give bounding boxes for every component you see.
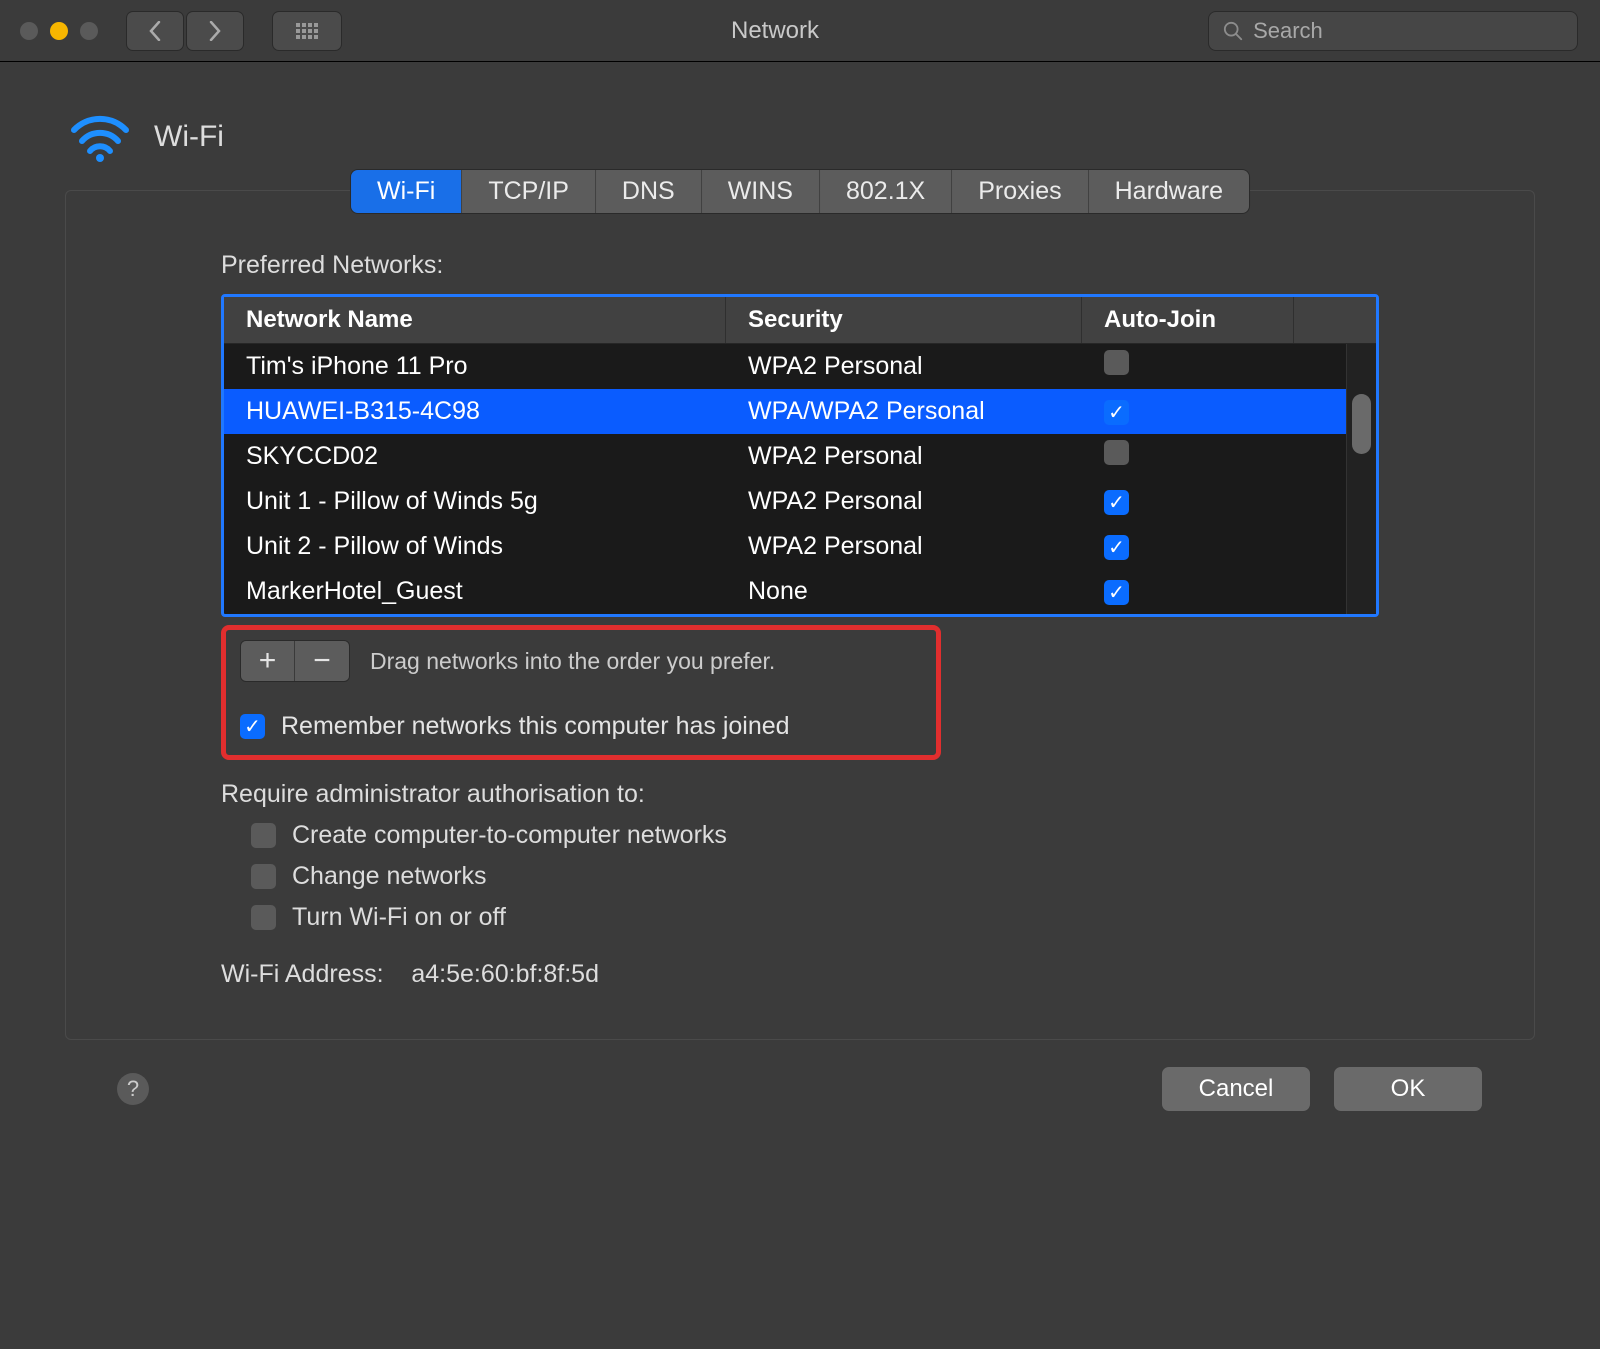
help-button[interactable]: ?: [117, 1073, 149, 1105]
preferred-networks-table[interactable]: Network Name Security Auto-Join Tim's iP…: [221, 294, 1379, 617]
network-name-cell: Unit 2 - Pillow of Winds: [224, 526, 726, 567]
add-remove-group: + −: [240, 640, 350, 682]
column-security[interactable]: Security: [726, 297, 1082, 343]
table-row[interactable]: Unit 2 - Pillow of WindsWPA2 Personal: [224, 524, 1346, 569]
chevron-left-icon: [148, 21, 162, 41]
tab-wi-fi[interactable]: Wi-Fi: [351, 170, 462, 213]
auto-join-checkbox[interactable]: [1104, 440, 1129, 465]
preferred-networks-label: Preferred Networks:: [221, 251, 1379, 280]
panel-title: Wi-Fi: [154, 120, 224, 154]
auto-join-cell: [1082, 391, 1294, 432]
wifi-address-label: Wi-Fi Address:: [221, 960, 384, 988]
network-preferences-window: Network Wi-Fi Wi-FiTCP/IPDNSWINS802.1XPr…: [0, 0, 1600, 1349]
show-all-group: [272, 11, 342, 51]
table-row[interactable]: MarkerHotel_GuestNone: [224, 569, 1346, 614]
admin-authorisation-section: Require administrator authorisation to: …: [221, 780, 1379, 932]
window-controls: [20, 22, 98, 40]
admin-auth-checkbox[interactable]: [251, 823, 276, 848]
admin-auth-checkbox[interactable]: [251, 905, 276, 930]
auto-join-cell: [1082, 481, 1294, 522]
tab-dns[interactable]: DNS: [596, 170, 702, 213]
column-network-name[interactable]: Network Name: [224, 297, 726, 343]
admin-auth-checkbox[interactable]: [251, 864, 276, 889]
column-spacer: [1294, 297, 1376, 343]
security-cell: WPA/WPA2 Personal: [726, 391, 1082, 432]
security-cell: None: [726, 571, 1082, 612]
table-row[interactable]: HUAWEI-B315-4C98WPA/WPA2 Personal: [224, 389, 1346, 434]
admin-auth-label: Turn Wi-Fi on or off: [292, 903, 506, 932]
tab-hardware[interactable]: Hardware: [1089, 170, 1249, 213]
window-title: Network: [342, 17, 1208, 45]
add-network-button[interactable]: +: [241, 641, 295, 681]
close-window-button[interactable]: [20, 22, 38, 40]
network-name-cell: HUAWEI-B315-4C98: [224, 391, 726, 432]
scrollbar-thumb[interactable]: [1352, 394, 1371, 454]
show-all-button[interactable]: [272, 11, 342, 51]
tab-wins[interactable]: WINS: [702, 170, 820, 213]
nav-buttons: [126, 11, 244, 51]
vertical-scrollbar[interactable]: [1346, 344, 1376, 614]
tab-tcp-ip[interactable]: TCP/IP: [462, 170, 596, 213]
highlight-annotation: + − Drag networks into the order you pre…: [221, 625, 941, 760]
wifi-address-row: Wi-Fi Address: a4:5e:60:bf:8f:5d: [221, 960, 1379, 989]
admin-auth-label: Change networks: [292, 862, 487, 891]
admin-auth-item: Turn Wi-Fi on or off: [251, 903, 1379, 932]
security-cell: WPA2 Personal: [726, 436, 1082, 477]
tab-802-1x[interactable]: 802.1X: [820, 170, 952, 213]
auto-join-checkbox[interactable]: [1104, 490, 1129, 515]
grid-icon: [296, 23, 318, 39]
auto-join-cell: [1082, 344, 1294, 388]
cancel-button[interactable]: Cancel: [1161, 1066, 1311, 1112]
network-name-cell: SKYCCD02: [224, 436, 726, 477]
search-icon: [1223, 20, 1243, 42]
network-name-cell: Tim's iPhone 11 Pro: [224, 346, 726, 387]
drag-order-hint: Drag networks into the order you prefer.: [370, 648, 775, 675]
wifi-icon: [70, 112, 130, 162]
tab-proxies[interactable]: Proxies: [952, 170, 1088, 213]
auto-join-checkbox[interactable]: [1104, 580, 1129, 605]
column-auto-join[interactable]: Auto-Join: [1082, 297, 1294, 343]
auto-join-cell: [1082, 526, 1294, 567]
auto-join-cell: [1082, 434, 1294, 478]
security-cell: WPA2 Personal: [726, 346, 1082, 387]
admin-auth-label: Create computer-to-computer networks: [292, 821, 727, 850]
back-button[interactable]: [126, 11, 184, 51]
table-header: Network Name Security Auto-Join: [224, 297, 1376, 344]
auto-join-checkbox[interactable]: [1104, 400, 1129, 425]
network-name-cell: MarkerHotel_Guest: [224, 571, 726, 612]
footer: ? Cancel OK: [65, 1040, 1535, 1112]
auto-join-cell: [1082, 571, 1294, 612]
remember-networks-label: Remember networks this computer has join…: [281, 712, 790, 741]
tab-content: Wi-FiTCP/IPDNSWINS802.1XProxiesHardware …: [65, 190, 1535, 1040]
network-name-cell: Unit 1 - Pillow of Winds 5g: [224, 481, 726, 522]
zoom-window-button[interactable]: [80, 22, 98, 40]
search-field[interactable]: [1208, 11, 1578, 51]
remove-network-button[interactable]: −: [295, 641, 349, 681]
titlebar: Network: [0, 0, 1600, 62]
minimize-window-button[interactable]: [50, 22, 68, 40]
body: Wi-Fi Wi-FiTCP/IPDNSWINS802.1XProxiesHar…: [0, 62, 1600, 1349]
admin-auth-item: Create computer-to-computer networks: [251, 821, 1379, 850]
remember-networks-checkbox[interactable]: [240, 714, 265, 739]
forward-button[interactable]: [186, 11, 244, 51]
ok-button[interactable]: OK: [1333, 1066, 1483, 1112]
admin-auth-item: Change networks: [251, 862, 1379, 891]
table-body: Tim's iPhone 11 ProWPA2 PersonalHUAWEI-B…: [224, 344, 1346, 614]
security-cell: WPA2 Personal: [726, 526, 1082, 567]
wifi-address-value: a4:5e:60:bf:8f:5d: [411, 960, 599, 988]
table-row[interactable]: Unit 1 - Pillow of Winds 5gWPA2 Personal: [224, 479, 1346, 524]
tab-bar: Wi-FiTCP/IPDNSWINS802.1XProxiesHardware: [350, 169, 1250, 214]
auto-join-checkbox[interactable]: [1104, 350, 1129, 375]
chevron-right-icon: [208, 21, 222, 41]
table-row[interactable]: Tim's iPhone 11 ProWPA2 Personal: [224, 344, 1346, 389]
security-cell: WPA2 Personal: [726, 481, 1082, 522]
search-input[interactable]: [1253, 18, 1563, 44]
auto-join-checkbox[interactable]: [1104, 535, 1129, 560]
admin-auth-heading: Require administrator authorisation to:: [221, 780, 1379, 809]
table-row[interactable]: SKYCCD02WPA2 Personal: [224, 434, 1346, 479]
